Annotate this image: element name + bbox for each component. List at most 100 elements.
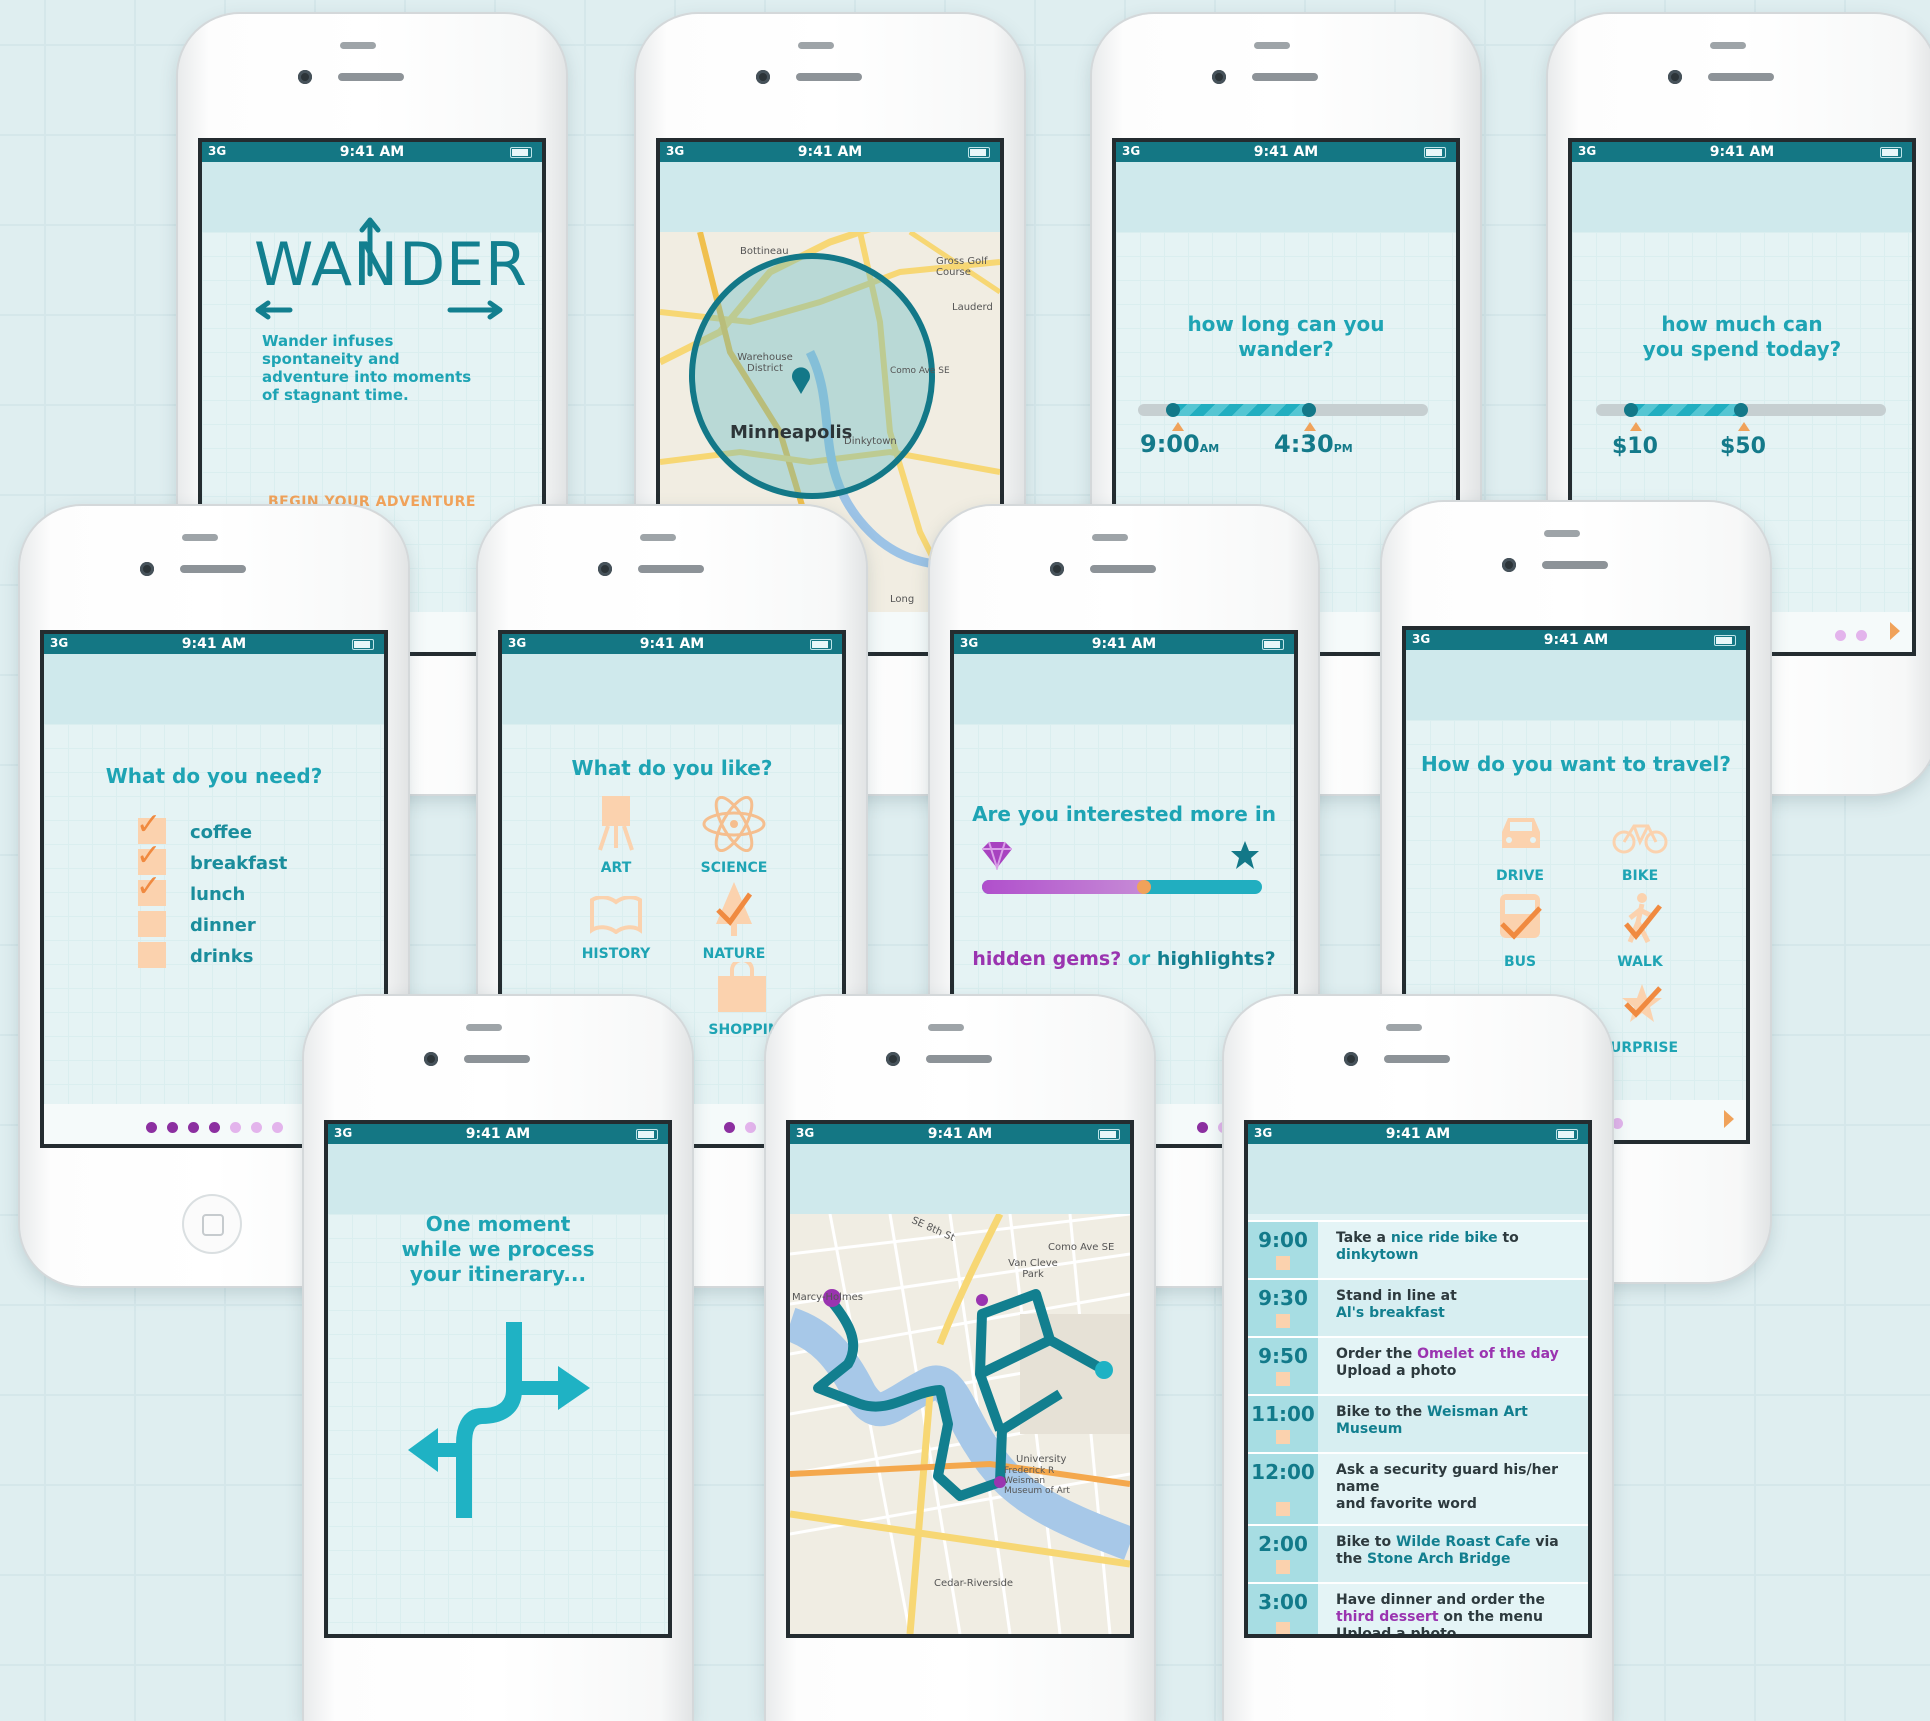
- itinerary-text-part: on the menu: [1438, 1609, 1543, 1625]
- itinerary-link[interactable]: Wilde Roast Cafe: [1396, 1534, 1530, 1550]
- battery-icon: [1098, 1129, 1120, 1140]
- itinerary-text-part: Order the: [1336, 1346, 1418, 1362]
- itinerary-link[interactable]: third dessert: [1336, 1609, 1439, 1625]
- itinerary-checkbox[interactable]: [1276, 1430, 1290, 1444]
- need-checkbox[interactable]: ✓: [136, 872, 166, 906]
- next-arrow-icon[interactable]: [1724, 1110, 1734, 1128]
- need-label[interactable]: lunch: [190, 884, 245, 905]
- itinerary-row[interactable]: 12:00 Ask a security guard his/her name an…: [1248, 1452, 1588, 1526]
- earpiece: [182, 534, 218, 541]
- time-range-slider[interactable]: [1138, 403, 1428, 417]
- page-dot[interactable]: [271, 1122, 283, 1133]
- speaker-grill: [796, 73, 862, 81]
- itinerary-checkbox[interactable]: [1276, 1256, 1290, 1270]
- header-band: [1116, 162, 1456, 232]
- speaker-grill: [1542, 561, 1608, 569]
- end-time-handle[interactable]: [1302, 403, 1317, 417]
- itinerary-checkbox[interactable]: [1276, 1560, 1290, 1574]
- needs-question: What do you need?: [105, 764, 323, 788]
- start-time-handle[interactable]: [1165, 403, 1180, 417]
- status-bar: 3G 9:41 AM: [1572, 142, 1912, 162]
- max-budget-handle[interactable]: [1734, 403, 1748, 417]
- page-dot[interactable]: [208, 1122, 220, 1133]
- need-label[interactable]: drinks: [190, 946, 253, 967]
- itinerary-text: Stand in line at Al's breakfast: [1336, 1288, 1580, 1322]
- itinerary-checkbox[interactable]: [1276, 1502, 1290, 1516]
- highlights-option[interactable]: highlights?: [1157, 948, 1276, 970]
- earpiece: [1092, 534, 1128, 541]
- itinerary-row[interactable]: 9:00 Take a nice ride bike to dinkytown: [1248, 1220, 1588, 1280]
- itinerary-text-part: Bike to: [1336, 1534, 1396, 1550]
- surprise-star-icon: [1622, 984, 1662, 1022]
- itinerary-checkbox[interactable]: [1276, 1372, 1290, 1386]
- itinerary-checkbox[interactable]: [1276, 1314, 1290, 1328]
- status-bar: 3G 9:41 AM: [660, 142, 1000, 162]
- gems-fill: [982, 880, 1145, 894]
- page-dot[interactable]: [250, 1122, 262, 1133]
- itinerary-time-cell: 2:00: [1248, 1526, 1318, 1584]
- speaker-grill: [1090, 565, 1156, 573]
- gems-highlights-slider[interactable]: [982, 880, 1262, 894]
- itinerary-row[interactable]: 2:00 Bike to Wilde Roast Cafe via the Sto…: [1248, 1524, 1588, 1584]
- history-label[interactable]: HISTORY: [556, 946, 676, 962]
- travel-question: How do you want to travel?: [1421, 752, 1731, 776]
- page-dot[interactable]: [187, 1122, 199, 1133]
- itinerary-link[interactable]: Stone Arch Bridge: [1367, 1551, 1511, 1567]
- need-label[interactable]: breakfast: [190, 853, 287, 874]
- battery-icon: [1262, 639, 1284, 650]
- walk-label[interactable]: WALK: [1580, 954, 1700, 970]
- itinerary-time: 11:00: [1251, 1402, 1315, 1426]
- battery-icon: [636, 1129, 658, 1140]
- map-label: Gross Golf Course: [936, 256, 988, 278]
- phone-itinerary: 3G 9:41 AM 9:00 Take a nice ride bike to d…: [1224, 996, 1612, 1721]
- itinerary-text-part: to: [1497, 1230, 1519, 1246]
- status-bar: 3G 9:41 AM: [44, 634, 384, 654]
- itinerary-text-part: Bike to the: [1336, 1404, 1427, 1420]
- page-dot[interactable]: [166, 1122, 178, 1133]
- page-dot[interactable]: [229, 1122, 241, 1133]
- itinerary-screen: 3G 9:41 AM 9:00 Take a nice ride bike to d…: [1248, 1124, 1588, 1634]
- status-time: 9:41 AM: [639, 636, 705, 652]
- itinerary-row[interactable]: 9:50 Order the Omelet of the day Upload a …: [1248, 1336, 1588, 1396]
- itinerary-link[interactable]: dinkytown: [1336, 1247, 1418, 1263]
- itinerary-checkbox[interactable]: [1276, 1622, 1290, 1634]
- budget-range-slider[interactable]: [1596, 403, 1886, 417]
- need-checkbox[interactable]: [138, 942, 166, 968]
- bike-label[interactable]: BIKE: [1580, 868, 1700, 884]
- need-label[interactable]: coffee: [190, 822, 252, 843]
- route-map[interactable]: [790, 1214, 1130, 1634]
- itinerary-text-part: Have dinner and order the: [1336, 1592, 1545, 1608]
- nature-label[interactable]: NATURE: [674, 946, 794, 962]
- battery-icon: [1424, 147, 1446, 158]
- itinerary-link[interactable]: nice ride bike: [1391, 1230, 1498, 1246]
- min-budget-label: $10: [1612, 434, 1658, 459]
- itinerary-row[interactable]: 11:00 Bike to the Weisman Art Museum: [1248, 1394, 1588, 1454]
- itinerary-text-part: Stand in line at: [1336, 1288, 1457, 1304]
- need-checkbox[interactable]: [138, 911, 166, 937]
- itinerary-link[interactable]: Omelet of the day: [1417, 1346, 1559, 1362]
- route-map-screen: 3G 9:41 AM SE 8th St Como Ave SE Van Clev…: [790, 1124, 1130, 1634]
- earpiece: [1386, 1024, 1422, 1031]
- home-button[interactable]: [182, 1194, 242, 1254]
- status-bar: 3G 9:41 AM: [502, 634, 842, 654]
- need-label[interactable]: dinner: [190, 915, 256, 936]
- speaker-grill: [926, 1055, 992, 1063]
- itinerary-text-part: Upload a photo: [1336, 1363, 1457, 1379]
- art-label[interactable]: ART: [556, 860, 676, 876]
- speaker-grill: [464, 1055, 530, 1063]
- bus-label[interactable]: BUS: [1460, 954, 1580, 970]
- itinerary-link[interactable]: Al's breakfast: [1336, 1305, 1445, 1321]
- next-arrow-icon[interactable]: [1890, 622, 1900, 640]
- min-budget-handle[interactable]: [1623, 403, 1638, 417]
- page-dot[interactable]: [145, 1122, 157, 1133]
- science-label[interactable]: SCIENCE: [674, 860, 794, 876]
- atom-icon: [702, 796, 766, 852]
- drive-label[interactable]: DRIVE: [1460, 868, 1580, 884]
- hidden-gems-option[interactable]: hidden gems?: [972, 948, 1121, 970]
- bus-icon: [1500, 894, 1542, 940]
- earpiece: [1254, 42, 1290, 49]
- itinerary-row[interactable]: 3:00 Have dinner and order the third dess…: [1248, 1582, 1588, 1634]
- map-label: University: [1016, 1454, 1067, 1465]
- itinerary-text: Have dinner and order the third dessert …: [1336, 1592, 1580, 1634]
- itinerary-row[interactable]: 9:30 Stand in line at Al's breakfast: [1248, 1278, 1588, 1338]
